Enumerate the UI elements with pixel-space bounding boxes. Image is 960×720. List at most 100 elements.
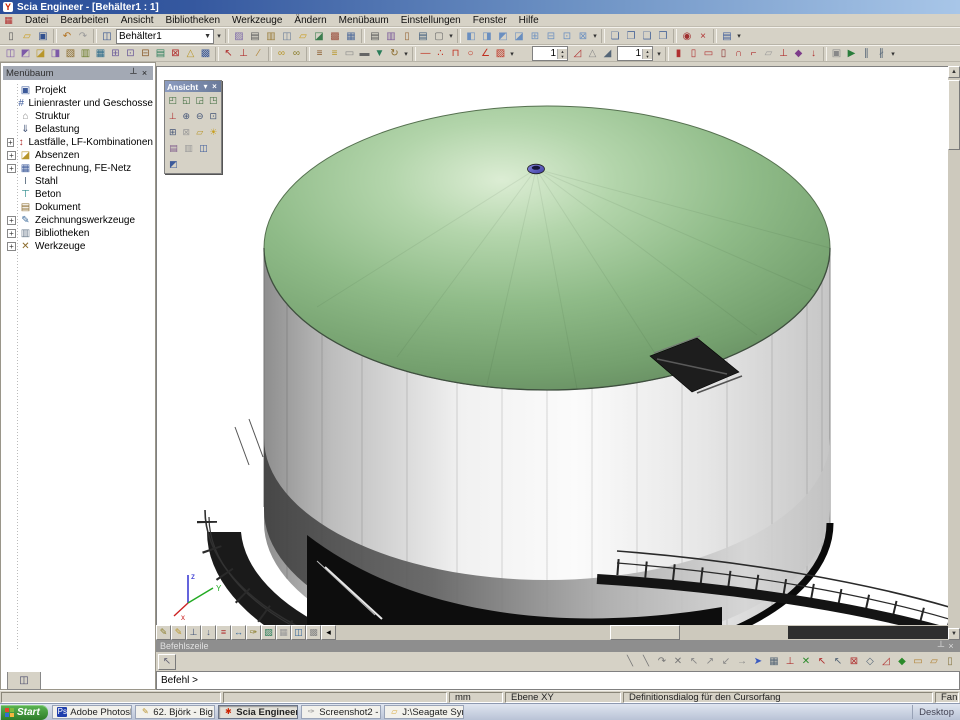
draw-raster-icon[interactable]: ▨ xyxy=(493,46,508,61)
perspective-icon[interactable]: ◩ xyxy=(166,157,181,172)
expand-icon[interactable]: + xyxy=(7,138,14,147)
show-grid-icon[interactable]: ▦ xyxy=(276,625,291,640)
clip-box-icon[interactable]: ▧ xyxy=(63,46,78,61)
chevron-down-icon[interactable]: ▾ xyxy=(735,32,743,40)
chevron-down-icon[interactable]: ▾ xyxy=(447,32,455,40)
activity-icon[interactable]: ≡ xyxy=(312,46,327,61)
status-plane[interactable]: Ebene XY xyxy=(505,692,621,703)
pin-icon[interactable]: ┴ xyxy=(936,641,946,651)
window-settings-icon[interactable]: ❒ xyxy=(655,29,671,44)
workplane-icon[interactable]: ▦ xyxy=(93,46,108,61)
wall-icon[interactable]: ▯ xyxy=(716,46,731,61)
taskbar-task[interactable]: ✱ Scia Engineer - [Behäl... xyxy=(218,705,298,719)
cursor-mode-button[interactable]: ↖ xyxy=(158,654,176,670)
light-icon[interactable]: ☀ xyxy=(207,125,221,140)
expand-icon[interactable]: + xyxy=(7,216,16,225)
taskbar-task[interactable]: ✎ 62. Björk - Big Time Sens... xyxy=(135,705,215,719)
beam-icon[interactable]: ▮ xyxy=(671,46,686,61)
new-window-icon[interactable]: ❏ xyxy=(607,29,623,44)
snap-node-icon[interactable]: ◆ xyxy=(894,654,910,669)
dir-arrow-se-icon[interactable]: → xyxy=(734,654,750,669)
dir-arrow-sw-icon[interactable]: ↙ xyxy=(718,654,734,669)
close-icon[interactable]: × xyxy=(946,641,956,651)
chevron-down-icon[interactable]: ▾ xyxy=(508,50,516,58)
track-curve-icon[interactable]: ↷ xyxy=(654,654,670,669)
view-settings-icon[interactable]: ◫ xyxy=(291,625,306,640)
tree-item[interactable]: + ▣ Projekt xyxy=(3,84,153,97)
level-spinbox[interactable]: 1 ▲▼ xyxy=(617,46,653,61)
zoom-in-icon[interactable]: ⊕ xyxy=(180,109,194,124)
gallery2-icon[interactable]: ∦ xyxy=(874,46,889,61)
show-supports-icon[interactable]: ⊥ xyxy=(186,625,201,640)
redraw-icon[interactable]: ▩ xyxy=(198,46,213,61)
scale-spinbox[interactable]: 1 ▲▼ xyxy=(532,46,568,61)
activity-current-icon[interactable]: ◩ xyxy=(18,46,33,61)
copy-picture-icon[interactable]: ◫ xyxy=(279,29,295,44)
print-data-icon[interactable]: ▤ xyxy=(247,29,263,44)
menu-item[interactable]: Ansicht xyxy=(115,15,160,26)
section-icon[interactable]: ▥ xyxy=(78,46,93,61)
redo-icon[interactable]: ↷ xyxy=(75,29,91,44)
duplicate-window-icon[interactable]: ❐ xyxy=(623,29,639,44)
dot-grid-snap-icon[interactable]: ▦ xyxy=(766,654,782,669)
hinge-icon[interactable]: ◆ xyxy=(791,46,806,61)
support-icon[interactable]: ⊥ xyxy=(776,46,791,61)
load-icon[interactable]: ↓ xyxy=(806,46,821,61)
rib-icon[interactable]: ⌐ xyxy=(746,46,761,61)
view-front-icon[interactable]: ◱ xyxy=(180,93,194,108)
view-window-1-icon[interactable]: ⊞ xyxy=(527,29,543,44)
taskbar-task[interactable]: ✑ Screenshot2 - Paint xyxy=(301,705,381,719)
user-coordinate-icon[interactable]: ⊥ xyxy=(236,46,251,61)
render-icon[interactable]: ◪ xyxy=(311,29,327,44)
window-tile-h-icon[interactable]: ◨ xyxy=(479,29,495,44)
menu-item[interactable]: Fenster xyxy=(467,15,513,26)
activity-invert-icon[interactable]: ◪ xyxy=(33,46,48,61)
snap-intersection-icon[interactable]: ⊠ xyxy=(846,654,862,669)
wired-model-icon[interactable]: ✎ xyxy=(156,625,171,640)
gallery-icon[interactable]: ▨ xyxy=(231,29,247,44)
fast-settings-icon[interactable]: ▩ xyxy=(306,625,321,640)
project-manager-icon[interactable]: ◫ xyxy=(99,29,115,44)
viewport-vscrollbar[interactable]: ▲ ▼ xyxy=(948,66,960,640)
view-top-icon[interactable]: ◰ xyxy=(166,93,180,108)
grid-snap-icon[interactable]: ⊞ xyxy=(108,46,123,61)
calculation-icon[interactable]: ▣ xyxy=(829,46,844,61)
save-picture-icon[interactable]: ▥ xyxy=(181,141,196,156)
tree-item[interactable]: + ✕ Werkzeuge xyxy=(3,240,153,253)
project-combobox[interactable]: Behälter1 ▼ xyxy=(116,29,214,44)
scene-icon[interactable]: ▦ xyxy=(343,29,359,44)
spinner-arrows-icon[interactable]: ▲▼ xyxy=(557,49,567,59)
binocular2-icon[interactable]: ∞ xyxy=(289,46,304,61)
zoom-window-icon[interactable]: ⊡ xyxy=(207,109,221,124)
scale-icon[interactable]: ◿ xyxy=(570,46,585,61)
track-off-icon[interactable]: ✕ xyxy=(670,654,686,669)
status-units[interactable]: mm xyxy=(449,692,503,703)
cursor-snap-icon[interactable]: ↖ xyxy=(221,46,236,61)
tree-item[interactable]: + ▤ Dokument xyxy=(3,201,153,214)
chevron-down-icon[interactable]: ▾ xyxy=(889,50,897,58)
show-labels-icon[interactable]: ≡ xyxy=(216,625,231,640)
picture-icon[interactable]: ▥ xyxy=(263,29,279,44)
chevron-down-icon[interactable]: ▾ xyxy=(402,50,410,58)
render-settings-icon[interactable]: ▨ xyxy=(261,625,276,640)
chevron-down-icon[interactable]: ▾ xyxy=(591,32,599,40)
show-dimensions-icon[interactable]: ↔ xyxy=(231,625,246,640)
expand-icon[interactable]: + xyxy=(7,151,16,160)
draw-circle-icon[interactable]: ○ xyxy=(463,46,478,61)
window-cascade-icon[interactable]: ◧ xyxy=(463,29,479,44)
ucs-icon[interactable]: ⊥ xyxy=(166,109,180,124)
tree-item[interactable]: + ✎ Zeichnungswerkzeuge xyxy=(3,214,153,227)
snap-grid-icon[interactable]: ▱ xyxy=(926,654,942,669)
document-icon[interactable]: ▯ xyxy=(399,29,415,44)
tree-item[interactable]: + Ⅰ Stahl xyxy=(3,175,153,188)
status-hint[interactable]: Definitionsdialog für den Cursorfang xyxy=(623,692,933,703)
tree-item[interactable]: + # Linienraster und Geschosse xyxy=(3,97,153,110)
dir-arrow-ne-icon[interactable]: ↗ xyxy=(702,654,718,669)
zoom-out-icon[interactable]: ⊖ xyxy=(193,109,207,124)
befehlszeile-header[interactable]: Befehlszeile ┴ × xyxy=(156,640,960,652)
view-window-2-icon[interactable]: ⊟ xyxy=(543,29,559,44)
viewport-hscrollbar[interactable]: ✎✎⊥↓≡↔✑▨▦◫▩ ◂ xyxy=(156,625,948,640)
combo-more-icon[interactable]: ▾ xyxy=(215,32,223,40)
show-model-data-icon[interactable]: ✑ xyxy=(246,625,261,640)
draw-angle-icon[interactable]: ∠ xyxy=(478,46,493,61)
